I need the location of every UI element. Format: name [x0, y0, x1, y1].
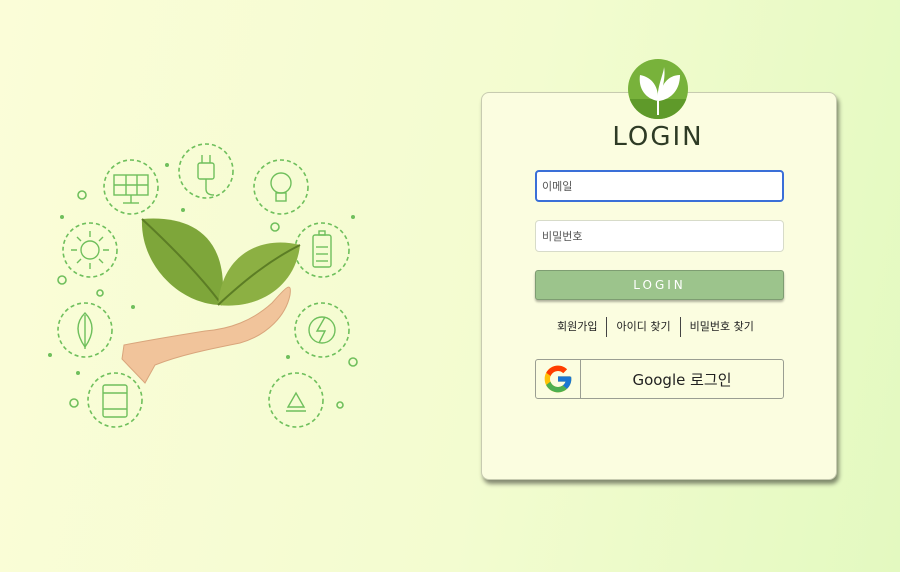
google-g-icon: [536, 360, 581, 398]
google-login-button[interactable]: Google 로그인: [535, 359, 784, 399]
account-links: 회원가입 아이디 찾기 비밀번호 찾기: [548, 316, 774, 338]
email-input[interactable]: [535, 170, 784, 202]
eco-hand-leaves-illustration: [48, 143, 358, 428]
password-input[interactable]: [535, 220, 784, 252]
login-title: LOGIN: [612, 122, 704, 152]
signup-link[interactable]: 회원가입: [548, 317, 606, 337]
google-login-label: Google 로그인: [632, 370, 732, 389]
login-button[interactable]: LOGIN: [535, 270, 784, 300]
find-id-link[interactable]: 아이디 찾기: [607, 317, 679, 337]
leaf-logo-icon: [628, 59, 688, 119]
find-password-link[interactable]: 비밀번호 찾기: [681, 317, 763, 337]
